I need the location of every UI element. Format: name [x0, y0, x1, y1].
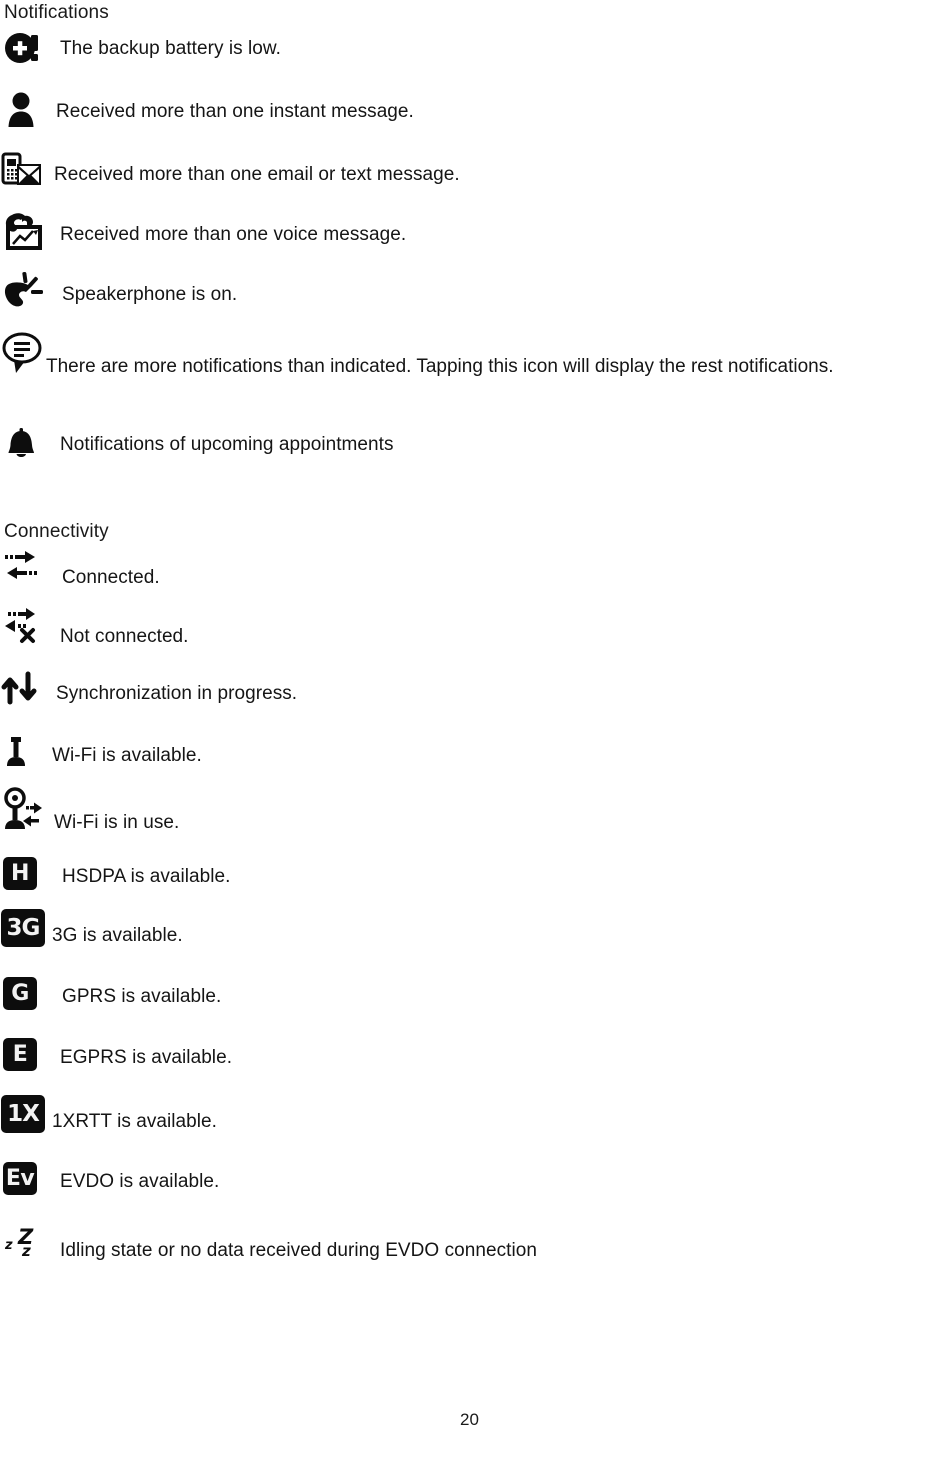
egprs-badge-icon: E [0, 1034, 52, 1074]
wifi-in-use-icon [0, 787, 52, 830]
phone-email-message-icon [0, 152, 52, 192]
gprs-badge-icon: G [0, 973, 52, 1013]
badge-label: H [4, 857, 36, 889]
more-notifications-icon [0, 332, 52, 373]
badge-label: Ev [4, 1162, 36, 1194]
not-connected-arrows-icon [0, 608, 52, 648]
section-heading-connectivity: Connectivity [4, 521, 109, 542]
manual-page: Notifications The backup battery is low.… [0, 0, 939, 1457]
sync-in-progress-icon [0, 669, 52, 709]
icon-description-row: Wi-Fi is in use. [0, 787, 180, 834]
row-label: Received more than one voice message. [60, 224, 407, 245]
row-label: Wi-Fi is available. [52, 745, 202, 766]
badge-label: 1X [2, 1096, 44, 1132]
badge-label: G [4, 977, 36, 1009]
icon-description-row: Speakerphone is on. [0, 271, 238, 312]
badge-label: 3G [2, 910, 44, 946]
row-label: Synchronization in progress. [56, 683, 298, 704]
battery-low-icon [0, 28, 52, 68]
zzz-medium-z: z [22, 1242, 31, 1260]
icon-description-row: Received more than one instant message. [0, 89, 414, 129]
icon-description-row: The backup battery is low. [0, 28, 281, 68]
bell-icon [0, 424, 52, 464]
icon-description-row: Notifications of upcoming appointments [0, 424, 394, 464]
icon-description-row: G GPRS is available. [0, 973, 221, 1013]
hsdpa-badge-icon: H [0, 853, 52, 893]
row-label: The backup battery is low. [60, 38, 281, 59]
connected-arrows-icon [0, 549, 52, 589]
icon-description-row: Received more than one voice message. [0, 213, 406, 253]
row-label: Speakerphone is on. [62, 284, 238, 305]
row-label: GPRS is available. [62, 986, 222, 1007]
icon-description-row: H HSDPA is available. [0, 853, 231, 893]
row-label: 3G is available. [52, 925, 183, 946]
section-heading-notifications: Notifications [4, 2, 109, 23]
row-label: Received more than one instant message. [56, 101, 414, 122]
3g-badge-icon: 3G [0, 908, 52, 948]
speakerphone-icon [0, 271, 52, 312]
icon-description-row: z Z z Idling state or no data received d… [0, 1222, 537, 1262]
person-instant-message-icon [0, 89, 52, 129]
icon-description-row: Received more than one email or text mes… [0, 152, 460, 192]
voice-message-icon [0, 213, 52, 253]
zzz-small-z: z [5, 1238, 13, 1253]
idle-zzz-icon: z Z z [0, 1222, 52, 1262]
badge-label: E [4, 1038, 36, 1070]
row-label: 1XRTT is available. [52, 1111, 217, 1132]
icon-description-row: Wi-Fi is available. [0, 733, 202, 773]
icon-description-row: Connected. [0, 549, 160, 589]
icon-description-row [0, 332, 52, 373]
icon-description-row: 3G 3G is available. [0, 908, 183, 948]
evdo-badge-icon: Ev [0, 1158, 52, 1198]
row-label: Connected. [62, 567, 160, 588]
more-notifications-paragraph: There are more notifications than indica… [46, 356, 834, 377]
icon-description-row: E EGPRS is available. [0, 1034, 232, 1074]
wifi-available-icon [0, 733, 52, 773]
1xrtt-badge-icon: 1X [0, 1094, 52, 1134]
row-label: EGPRS is available. [60, 1047, 233, 1068]
icon-description-row: Not connected. [0, 608, 189, 648]
icon-description-row: Synchronization in progress. [0, 669, 297, 709]
row-label: EVDO is available. [60, 1171, 220, 1192]
row-label: Notifications of upcoming appointments [60, 434, 394, 455]
row-label: Not connected. [60, 626, 189, 647]
icon-description-row: 1X 1XRTT is available. [0, 1094, 217, 1134]
page-number: 20 [460, 1410, 479, 1429]
row-label: Idling state or no data received during … [60, 1240, 537, 1261]
row-label: Received more than one email or text mes… [54, 164, 460, 185]
icon-description-row: Ev EVDO is available. [0, 1158, 219, 1198]
row-label: HSDPA is available. [62, 866, 231, 887]
row-label: Wi-Fi is in use. [54, 812, 180, 833]
